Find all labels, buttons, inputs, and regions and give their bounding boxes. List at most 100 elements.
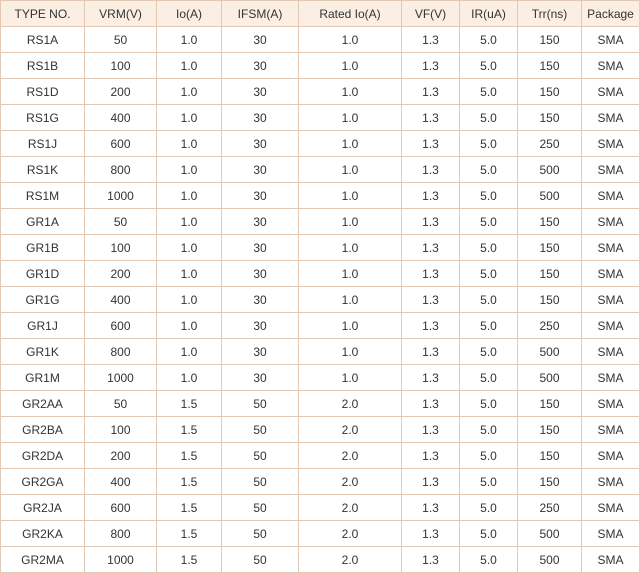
cell-rated-io: 2.0: [298, 546, 402, 573]
cell-ir: 5.0: [459, 52, 518, 79]
cell-vrm: 50: [84, 208, 157, 235]
cell-package: SMA: [581, 312, 639, 339]
cell-ir: 5.0: [459, 130, 518, 157]
cell-rated-io: 1.0: [298, 312, 402, 339]
cell-ifsm: 50: [221, 494, 299, 521]
cell-rated-io: 2.0: [298, 390, 402, 417]
cell-ifsm: 30: [221, 286, 299, 313]
cell-trr: 250: [517, 312, 582, 339]
cell-io: 1.0: [156, 286, 222, 313]
cell-vrm: 400: [84, 468, 157, 495]
table-row: GR1D 200 1.0 30 1.0 1.3 5.0 150 SMA: [0, 260, 639, 287]
header-row: TYPE NO. VRM(V) Io(A) IFSM(A) Rated Io(A) VF(…: [0, 0, 639, 27]
cell-type-no: GR2JA: [0, 494, 85, 521]
cell-package: SMA: [581, 546, 639, 573]
cell-vrm: 200: [84, 260, 157, 287]
cell-vrm: 600: [84, 494, 157, 521]
cell-type-no: GR1J: [0, 312, 85, 339]
cell-type-no: GR1A: [0, 208, 85, 235]
cell-package: SMA: [581, 208, 639, 235]
cell-type-no: RS1J: [0, 130, 85, 157]
table-row: GR2GA 400 1.5 50 2.0 1.3 5.0 150 SMA: [0, 468, 639, 495]
cell-vf: 1.3: [401, 52, 460, 79]
table-row: GR2KA 800 1.5 50 2.0 1.3 5.0 500 SMA: [0, 520, 639, 547]
table-body: RS1A 50 1.0 30 1.0 1.3 5.0 150 SMA RS1B 100 1.0 30 1.…: [0, 26, 639, 573]
cell-ifsm: 30: [221, 26, 299, 53]
cell-vrm: 200: [84, 78, 157, 105]
cell-rated-io: 1.0: [298, 156, 402, 183]
header-io: Io(A): [156, 0, 222, 27]
cell-package: SMA: [581, 364, 639, 391]
table-row: GR1M 1000 1.0 30 1.0 1.3 5.0 500 SMA: [0, 364, 639, 391]
header-vf: VF(V): [401, 0, 460, 27]
cell-ifsm: 30: [221, 234, 299, 261]
cell-type-no: GR2MA: [0, 546, 85, 573]
cell-ir: 5.0: [459, 78, 518, 105]
cell-type-no: GR1B: [0, 234, 85, 261]
table-row: GR2JA 600 1.5 50 2.0 1.3 5.0 250 SMA: [0, 494, 639, 521]
cell-package: SMA: [581, 338, 639, 365]
cell-vf: 1.3: [401, 130, 460, 157]
cell-trr: 150: [517, 468, 582, 495]
cell-ifsm: 30: [221, 312, 299, 339]
cell-package: SMA: [581, 260, 639, 287]
cell-rated-io: 2.0: [298, 520, 402, 547]
cell-io: 1.5: [156, 416, 222, 443]
cell-io: 1.0: [156, 234, 222, 261]
table-row: GR2BA 100 1.5 50 2.0 1.3 5.0 150 SMA: [0, 416, 639, 443]
cell-trr: 150: [517, 26, 582, 53]
cell-io: 1.5: [156, 494, 222, 521]
cell-vf: 1.3: [401, 364, 460, 391]
cell-rated-io: 1.0: [298, 104, 402, 131]
cell-vrm: 1000: [84, 182, 157, 209]
cell-rated-io: 1.0: [298, 78, 402, 105]
cell-rated-io: 1.0: [298, 260, 402, 287]
cell-vrm: 600: [84, 312, 157, 339]
cell-vf: 1.3: [401, 182, 460, 209]
cell-trr: 150: [517, 104, 582, 131]
cell-ifsm: 50: [221, 468, 299, 495]
cell-ifsm: 30: [221, 260, 299, 287]
table-row: RS1D 200 1.0 30 1.0 1.3 5.0 150 SMA: [0, 78, 639, 105]
cell-vrm: 600: [84, 130, 157, 157]
cell-package: SMA: [581, 52, 639, 79]
cell-rated-io: 1.0: [298, 26, 402, 53]
cell-vrm: 1000: [84, 364, 157, 391]
cell-ir: 5.0: [459, 390, 518, 417]
cell-package: SMA: [581, 468, 639, 495]
cell-rated-io: 1.0: [298, 208, 402, 235]
diode-spec-table: TYPE NO. VRM(V) Io(A) IFSM(A) Rated Io(A) VF(…: [0, 0, 639, 573]
cell-ifsm: 30: [221, 130, 299, 157]
cell-type-no: GR2AA: [0, 390, 85, 417]
cell-vf: 1.3: [401, 390, 460, 417]
cell-vf: 1.3: [401, 338, 460, 365]
header-trr: Trr(ns): [517, 0, 582, 27]
cell-type-no: GR1G: [0, 286, 85, 313]
cell-vf: 1.3: [401, 546, 460, 573]
cell-trr: 500: [517, 156, 582, 183]
cell-trr: 150: [517, 52, 582, 79]
cell-vrm: 50: [84, 390, 157, 417]
table-row: GR1A 50 1.0 30 1.0 1.3 5.0 150 SMA: [0, 208, 639, 235]
cell-rated-io: 1.0: [298, 130, 402, 157]
cell-vf: 1.3: [401, 26, 460, 53]
table-row: GR1K 800 1.0 30 1.0 1.3 5.0 500 SMA: [0, 338, 639, 365]
table-row: RS1B 100 1.0 30 1.0 1.3 5.0 150 SMA: [0, 52, 639, 79]
cell-ifsm: 30: [221, 182, 299, 209]
cell-package: SMA: [581, 156, 639, 183]
cell-trr: 250: [517, 494, 582, 521]
cell-vrm: 800: [84, 156, 157, 183]
cell-vrm: 800: [84, 338, 157, 365]
cell-package: SMA: [581, 234, 639, 261]
cell-type-no: GR2BA: [0, 416, 85, 443]
cell-vf: 1.3: [401, 286, 460, 313]
cell-type-no: RS1B: [0, 52, 85, 79]
table-row: RS1A 50 1.0 30 1.0 1.3 5.0 150 SMA: [0, 26, 639, 53]
cell-io: 1.0: [156, 52, 222, 79]
cell-io: 1.0: [156, 312, 222, 339]
cell-type-no: RS1M: [0, 182, 85, 209]
cell-ir: 5.0: [459, 208, 518, 235]
cell-io: 1.0: [156, 26, 222, 53]
cell-trr: 500: [517, 364, 582, 391]
table-row: GR2MA 1000 1.5 50 2.0 1.3 5.0 500 SMA: [0, 546, 639, 573]
